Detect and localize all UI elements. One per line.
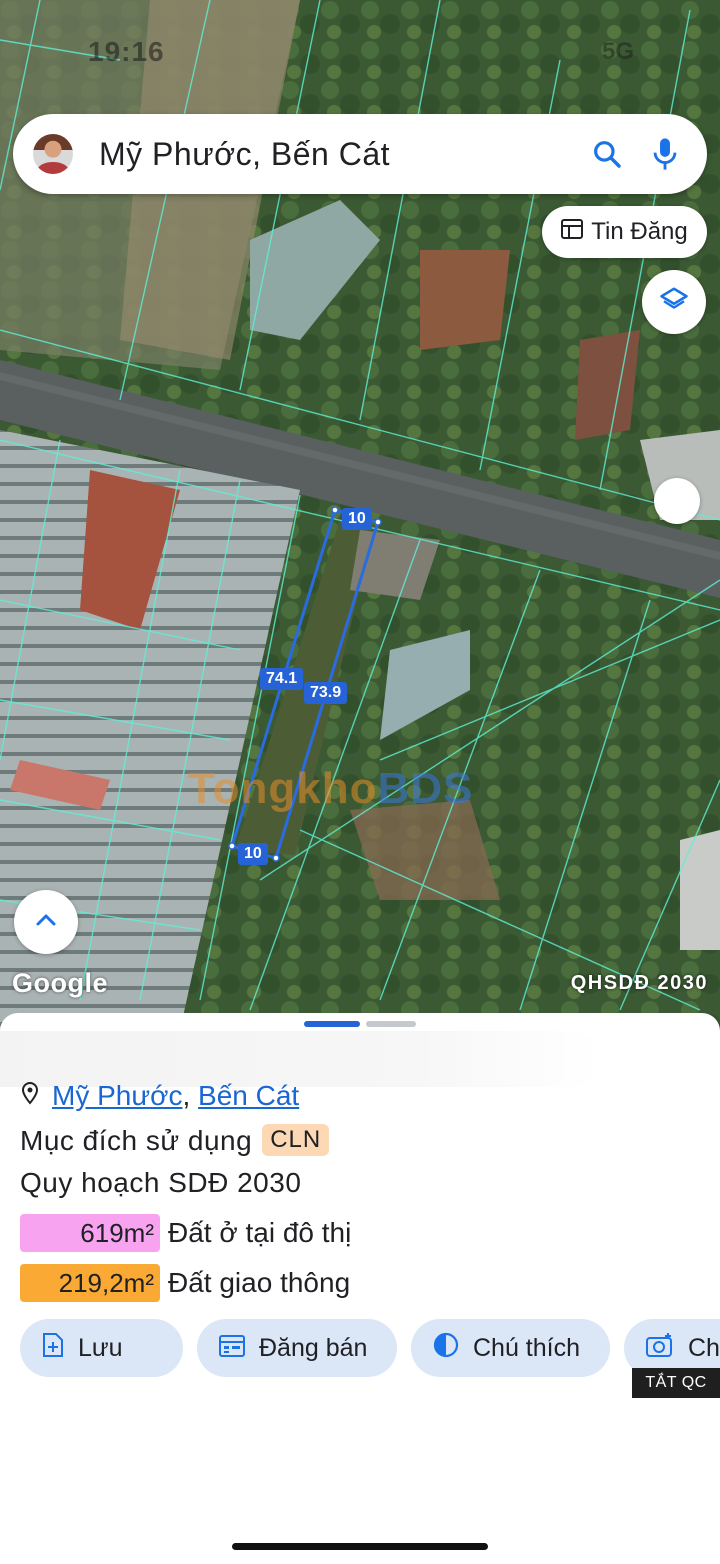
purpose-label: Mục đích sử dụng: [20, 1125, 253, 1156]
compass-button[interactable]: [654, 478, 700, 524]
legend-label: Chú thích: [473, 1333, 581, 1362]
capture-label: Ch: [688, 1333, 720, 1362]
calendar-icon: [219, 1333, 245, 1364]
location-pin-icon: [20, 1080, 40, 1112]
expand-button[interactable]: [14, 890, 78, 954]
search-bar[interactable]: Mỹ Phước, Bến Cát: [13, 114, 707, 194]
plan-label: Quy hoạch SDĐ 2030: [20, 1167, 302, 1198]
google-logo: Google: [12, 968, 108, 998]
redacted-title: [0, 1031, 600, 1087]
watermark: TongkhoBDS: [188, 764, 474, 813]
location-link-ward[interactable]: Mỹ Phước: [52, 1080, 182, 1111]
plot-dimension-right: 73.9: [304, 682, 348, 704]
action-bar: Lưu Đăng bán Chú thích Ch: [20, 1319, 720, 1377]
camera-icon: [646, 1332, 674, 1365]
plot-dimension-top: 10: [342, 508, 372, 530]
layers-button[interactable]: [642, 270, 706, 334]
save-label: Lưu: [78, 1333, 123, 1362]
location-link-district[interactable]: Bến Cát: [198, 1080, 299, 1111]
plot-dimension-bottom: 10: [238, 843, 268, 865]
chevron-up-icon: [34, 912, 58, 933]
tin-dang-label: Tin Đăng: [591, 218, 688, 245]
area-value-residential: 619m²: [20, 1214, 160, 1252]
search-input[interactable]: Mỹ Phước, Bến Cát: [99, 136, 587, 173]
area-label-residential: Đất ở tại đô thị: [168, 1217, 352, 1248]
plot-dimension-left: 74.1: [260, 668, 304, 690]
location-row: Mỹ Phước, Bến Cát: [20, 1080, 299, 1112]
save-icon: [42, 1332, 64, 1365]
listing-icon: [561, 218, 584, 246]
status-time: 19:16: [88, 36, 165, 67]
post-sale-label: Đăng bán: [259, 1333, 368, 1362]
area-label-traffic: Đất giao thông: [168, 1267, 351, 1298]
tin-dang-button[interactable]: Tin Đăng: [542, 206, 707, 258]
avatar[interactable]: [33, 134, 73, 174]
area-row-traffic: 219,2m² Đất giao thông: [20, 1264, 350, 1302]
purpose-code-badge: CLN: [262, 1124, 330, 1156]
sheet-handle-secondary[interactable]: [366, 1021, 416, 1027]
contrast-icon: [433, 1332, 459, 1365]
area-row-residential: 619m² Đất ở tại đô thị: [20, 1214, 351, 1252]
microphone-icon[interactable]: [645, 134, 685, 174]
layers-icon: [659, 285, 689, 320]
map-view[interactable]: 19:16 5G 10 74.1 73.9 10 TongkhoBDS Mỹ P…: [0, 0, 720, 1030]
map-layer-label: QHSDĐ 2030: [570, 972, 708, 994]
legend-button[interactable]: Chú thích: [411, 1319, 610, 1377]
home-indicator[interactable]: [232, 1543, 488, 1550]
turn-off-ads-button[interactable]: TẮT QC: [632, 1368, 720, 1398]
save-button[interactable]: Lưu: [20, 1319, 183, 1377]
area-value-traffic: 219,2m²: [20, 1264, 160, 1302]
post-sale-button[interactable]: Đăng bán: [197, 1319, 397, 1377]
purpose-row: Mục đích sử dụng CLN: [20, 1124, 330, 1157]
network-indicator: 5G: [601, 38, 634, 65]
sheet-handle[interactable]: [304, 1021, 360, 1027]
search-icon[interactable]: [587, 134, 627, 174]
